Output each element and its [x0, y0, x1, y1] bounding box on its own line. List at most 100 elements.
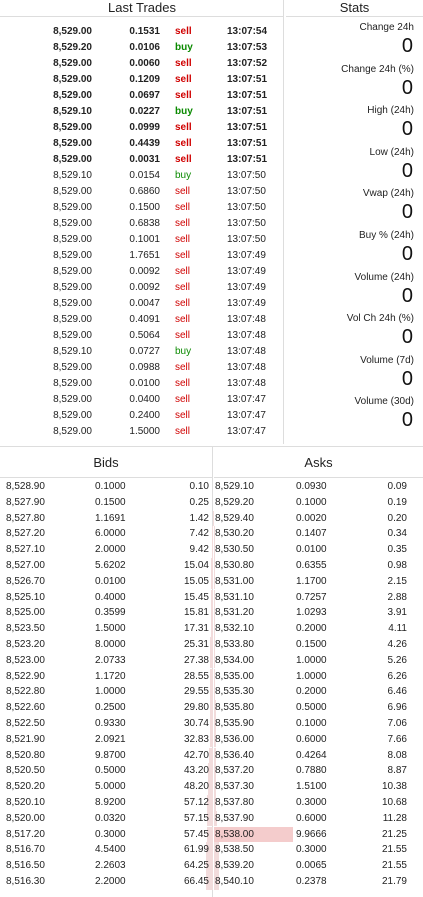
bid-price: 8,520.20	[6, 781, 45, 793]
trade-price: 8,529.00	[53, 362, 92, 373]
bid-depth-bar	[209, 700, 213, 716]
trade-price: 8,529.10	[53, 106, 92, 117]
bid-row: 8,528.90 0.1000 0.10	[0, 479, 213, 495]
trade-time: 13:07:51	[227, 106, 268, 117]
ask-row: 8,531.20 1.0293 3.91	[214, 605, 423, 622]
trade-row: 8,529.00 0.1001 sell 13:07:50	[0, 232, 284, 248]
trade-price: 8,529.00	[53, 298, 92, 309]
bid-amount: 2.2603	[95, 860, 126, 872]
trade-side: sell	[175, 58, 192, 69]
trade-side: sell	[175, 426, 191, 437]
trade-time: 13:07:50	[227, 202, 266, 213]
ask-amount: 0.7257	[296, 591, 327, 603]
ask-amount: 0.2378	[296, 876, 327, 887]
bid-depth-bar	[210, 668, 213, 685]
bid-depth-bar	[210, 652, 213, 669]
trade-amount: 0.0727	[129, 346, 160, 357]
ask-price: 8,532.10	[215, 623, 254, 635]
trade-amount: 0.0060	[129, 58, 160, 69]
bid-price: 8,520.00	[6, 812, 45, 824]
bid-amount: 0.3000	[95, 828, 126, 840]
bid-row: 8,517.20 0.3000 57.45	[0, 826, 213, 843]
stat-label: Volume (24h)	[354, 271, 414, 283]
bids-title: Bids	[93, 455, 119, 470]
stat-label: Vol Ch 24h (%)	[346, 313, 414, 325]
bid-total: 15.45	[183, 591, 209, 603]
ask-row: 8,529.10 0.0930 0.09	[214, 479, 423, 495]
ask-price: 8,536.00	[215, 733, 254, 745]
bid-price: 8,522.50	[6, 718, 45, 729]
divider	[0, 477, 212, 478]
trade-row: 8,529.00 0.0060 sell 13:07:52	[0, 56, 284, 72]
bid-total: 1.42	[189, 512, 209, 524]
bid-price: 8,521.90	[6, 733, 45, 745]
bid-amount: 6.0000	[95, 528, 126, 540]
trade-amount: 0.0154	[129, 170, 160, 181]
bid-row: 8,522.50 0.9330 30.74	[0, 716, 213, 732]
ask-price: 8,534.00	[215, 654, 254, 666]
bid-row: 8,516.70 4.5400 61.99	[0, 842, 213, 859]
ask-price: 8,535.30	[215, 686, 254, 698]
trade-side: buy	[175, 346, 192, 357]
trade-side: sell	[175, 154, 192, 165]
stat-value: 0	[401, 35, 413, 57]
ask-amount: 0.6000	[296, 812, 327, 824]
bid-row: 8,523.20 8.0000 25.31	[0, 637, 213, 653]
ask-row: 8,531.00 1.1700 2.15	[214, 573, 423, 590]
bid-price: 8,523.50	[6, 623, 45, 635]
trade-time: 13:07:48	[227, 346, 266, 357]
bid-row: 8,526.70 0.0100 15.05	[0, 573, 213, 590]
ask-total: 4.26	[387, 639, 407, 650]
ask-amount: 0.1000	[296, 718, 327, 729]
trade-amount: 0.0047	[129, 298, 160, 309]
trade-price: 8,529.00	[53, 330, 92, 341]
bid-price: 8,525.00	[6, 607, 45, 619]
trade-row: 8,529.10 0.0227 buy 13:07:51	[0, 104, 284, 120]
trade-time: 13:07:47	[227, 394, 266, 405]
trade-row: 8,529.20 0.0106 buy 13:07:53	[0, 40, 284, 56]
bid-price: 8,527.10	[6, 544, 45, 556]
trade-side: sell	[175, 74, 192, 85]
ask-amount: 0.3000	[296, 797, 327, 808]
ask-amount: 0.0065	[296, 860, 327, 872]
bid-price: 8,522.60	[6, 702, 45, 714]
ask-price: 8,533.80	[215, 639, 254, 650]
ask-amount: 0.0930	[296, 481, 327, 492]
trade-side: sell	[175, 26, 192, 37]
stat-label: Change 24h (%)	[341, 63, 414, 75]
stat-label: Buy % (24h)	[358, 230, 414, 241]
bid-total: 66.45	[183, 876, 209, 887]
trade-row: 8,529.00 0.0400 sell 13:07:47	[0, 392, 284, 408]
trade-price: 8,529.00	[53, 138, 92, 149]
bid-price: 8,523.00	[6, 654, 45, 666]
bid-amount: 9.8700	[95, 749, 126, 761]
ask-total: 0.98	[387, 560, 407, 571]
ask-row: 8,537.90 0.6000 11.28	[214, 810, 423, 827]
trade-time: 13:07:49	[227, 266, 266, 277]
bid-row: 8,525.00 0.3599 15.81	[0, 605, 213, 622]
bid-depth-bar	[209, 731, 213, 748]
bid-price: 8,517.20	[6, 828, 45, 840]
bid-amount: 0.3599	[95, 607, 126, 619]
ask-total: 10.38	[381, 781, 407, 793]
bid-price: 8,516.30	[6, 876, 45, 887]
bid-amount: 2.2000	[95, 876, 126, 887]
trade-price: 8,529.20	[53, 42, 92, 53]
bid-row: 8,527.80 1.1691 1.42	[0, 510, 213, 527]
trade-row: 8,529.00 0.0988 sell 13:07:48	[0, 360, 284, 376]
last-trades-panel: Last Trades 8,529.00 0.1531 sell 13:07:54 8,…	[0, 0, 284, 444]
bid-row: 8,520.20 5.0000 48.20	[0, 779, 213, 795]
bid-amount: 2.0733	[95, 654, 126, 666]
bid-row: 8,527.90 0.1500 0.25	[0, 494, 213, 511]
bid-total: 43.20	[183, 765, 209, 777]
ask-total: 21.79	[381, 876, 407, 887]
ask-price: 8,535.90	[215, 718, 254, 729]
bid-row: 8,520.50 0.5000 43.20	[0, 763, 213, 780]
bid-row: 8,527.20 6.0000 7.42	[0, 526, 213, 543]
ask-total: 11.28	[382, 812, 407, 824]
trade-time: 13:07:53	[227, 42, 268, 53]
trade-price: 8,529.00	[53, 26, 92, 37]
bid-depth-bar	[212, 542, 213, 558]
ask-row: 8,537.80 0.3000 10.68	[214, 795, 423, 811]
trade-amount: 0.1001	[129, 234, 160, 245]
